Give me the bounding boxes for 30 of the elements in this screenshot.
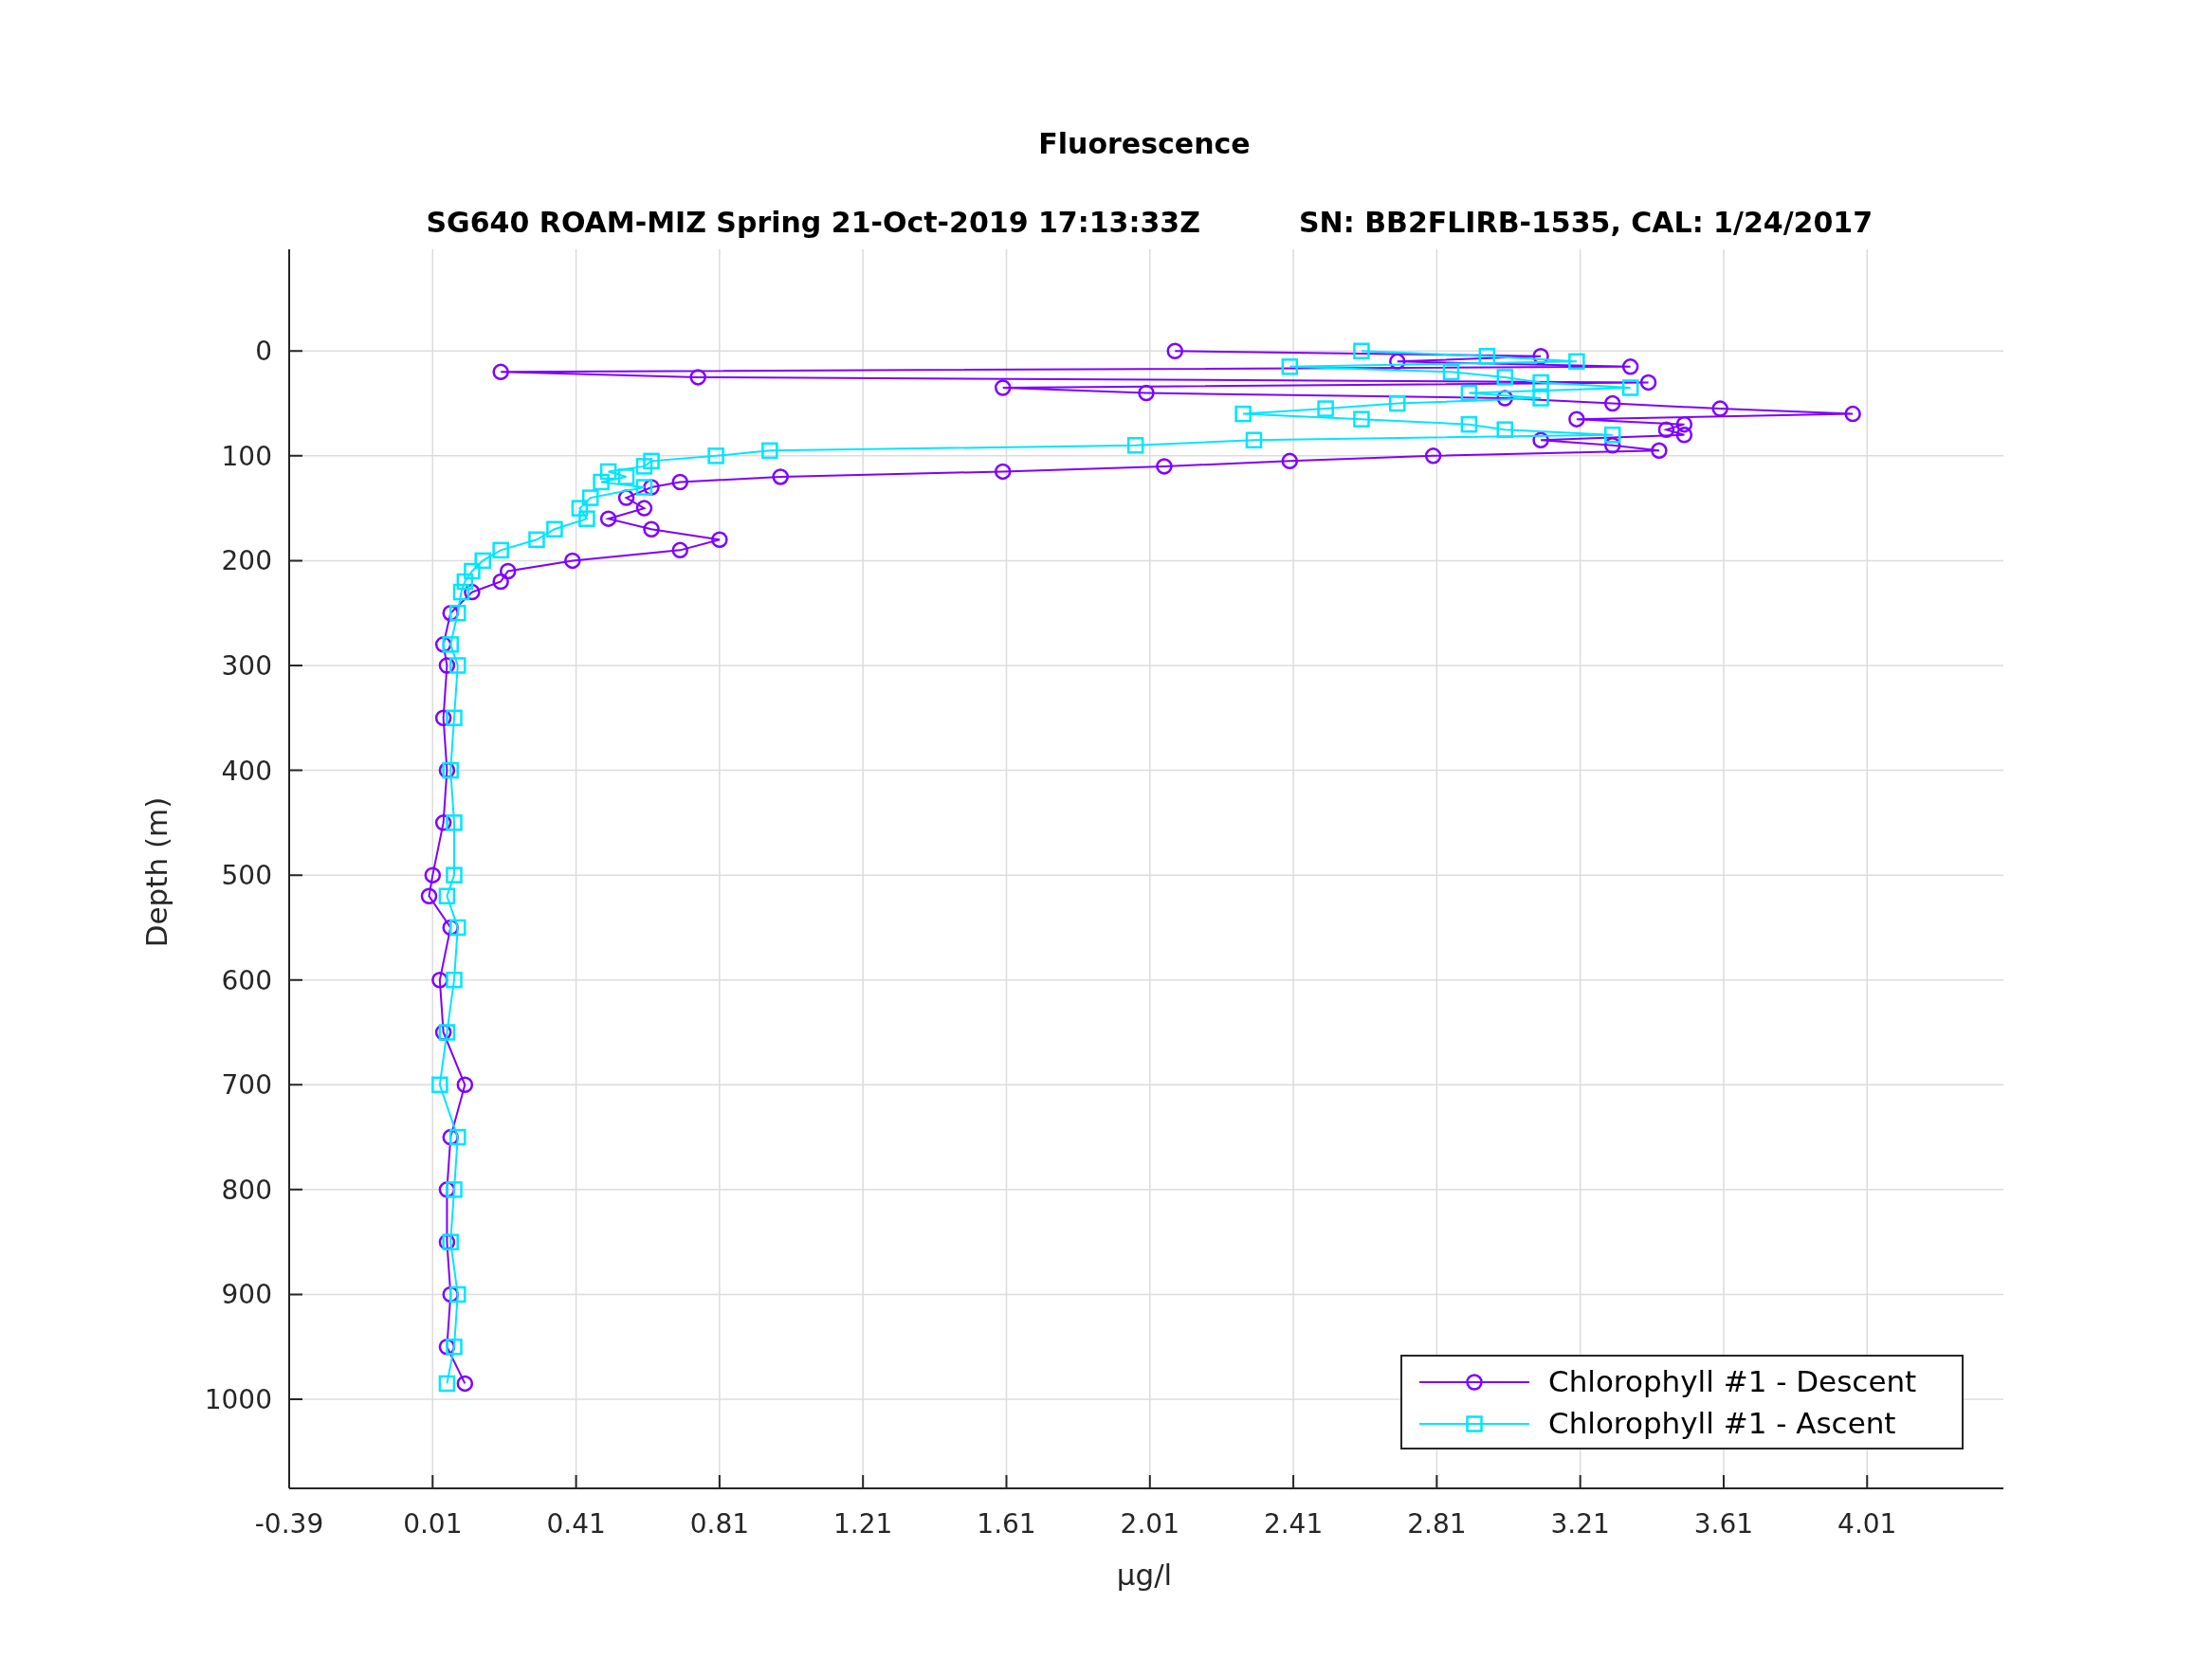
x-tick-label: 0.41 (546, 1508, 606, 1540)
x-tick-label: 2.81 (1407, 1508, 1467, 1540)
y-tick-label: 200 (221, 545, 272, 577)
x-tick-label: -0.39 (254, 1508, 324, 1540)
y-tick-label: 400 (221, 755, 272, 787)
legend-label: Chlorophyll #1 - Ascent (1548, 1406, 1896, 1440)
y-tick-label: 600 (221, 964, 272, 996)
y-tick-label: 800 (221, 1174, 272, 1206)
x-tick-label: 0.01 (403, 1508, 463, 1540)
x-tick-label: 3.21 (1550, 1508, 1610, 1540)
y-tick-label: 300 (221, 650, 272, 682)
y-tick-label: 100 (221, 440, 272, 472)
x-tick-label: 2.41 (1263, 1508, 1324, 1540)
legend-label: Chlorophyll #1 - Descent (1548, 1364, 1917, 1398)
x-tick-label: 0.81 (689, 1508, 750, 1540)
y-tick-label: 700 (221, 1069, 272, 1102)
y-tick-label: 0 (255, 336, 272, 368)
chart-title: Fluorescence (1038, 127, 1251, 160)
x-tick-label: 2.01 (1120, 1508, 1179, 1540)
y-tick-label: 1000 (204, 1384, 272, 1415)
chart-subtitle: SN: BB2FLIRB-1535, CAL: 1/24/2017 (1299, 206, 1874, 239)
y-tick-label: 500 (221, 860, 272, 892)
x-tick-label: 3.61 (1693, 1508, 1754, 1540)
x-tick-label: 4.01 (1837, 1508, 1897, 1540)
y-axis-label: Depth (m) (139, 796, 174, 948)
x-tick-label: 1.21 (833, 1508, 893, 1540)
x-tick-label: 1.61 (977, 1508, 1036, 1540)
y-tick-label: 900 (221, 1279, 272, 1311)
x-axis-label: μg/l (1116, 1558, 1173, 1592)
chart-subtitle: SG640 ROAM-MIZ Spring 21-Oct-2019 17:13:33Z (426, 206, 1200, 239)
